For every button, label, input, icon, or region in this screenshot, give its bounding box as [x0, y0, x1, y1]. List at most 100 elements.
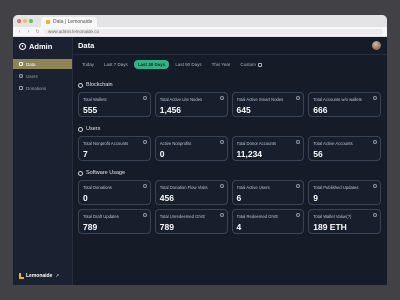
sidebar-item-data[interactable]: Data [13, 59, 72, 69]
filter-last-30-days[interactable]: Last 30 Days [133, 60, 170, 69]
browser-toolbar: ‹ › ↻ www.admin.lemonaide.co [13, 27, 387, 37]
stat-card-donation-flow-visits: Total Donation Flow Visits 456 [154, 180, 228, 205]
gift-icon [19, 86, 23, 90]
back-arrow-icon[interactable]: ‹ [17, 29, 22, 35]
stat-card-nonprofit-accounts: Total Nonprofit Accounts 7 [78, 136, 151, 161]
section-blockchain: Blockchain Total Wallets 555 Total Activ… [78, 81, 381, 117]
stat-card-active-users: Total Active Users 6 [231, 180, 305, 205]
minimize-window-button[interactable] [23, 19, 27, 23]
stat-label: Total Accounts w/o wallets [313, 97, 362, 102]
admin-app: Admin Data Users Donations Lemonaide ↗ D… [13, 37, 387, 285]
info-icon[interactable] [296, 140, 301, 144]
browser-tabbar: Data | Lemonaide [13, 15, 387, 27]
stat-label: Total Active Lite Nodes [159, 97, 203, 102]
info-icon[interactable] [373, 213, 377, 217]
info-icon[interactable] [296, 213, 301, 217]
browser-tab-title: Data | Lemonaide [53, 19, 93, 25]
browser-tab[interactable]: Data | Lemonaide [41, 17, 98, 27]
stat-card-donor-accounts: Total Donor Accounts 11,234 [231, 136, 305, 161]
stat-card-accounts-without-wallets: Total Accounts w/o wallets 666 [308, 92, 381, 117]
brand: Admin [13, 37, 72, 55]
filter-this-year[interactable]: This Year [208, 60, 235, 69]
external-link-icon: ↗ [55, 273, 60, 278]
admin-logo-icon [19, 42, 26, 50]
info-icon[interactable] [219, 96, 224, 100]
info-icon[interactable] [373, 96, 377, 100]
stat-card-active-smart-nodes: Total Active Smart Nodes 645 [231, 92, 305, 117]
address-bar[interactable]: www.admin.lemonaide.co [44, 28, 383, 35]
stat-value: 0 [159, 149, 165, 159]
stat-grid: Total Wallets 555 Total Active Lite Node… [78, 92, 381, 117]
info-icon[interactable] [373, 184, 377, 188]
user-icon [19, 74, 23, 78]
filter-last-7-days[interactable]: Last 7 Days [100, 60, 132, 69]
stat-card-active-lite-nodes: Total Active Lite Nodes 1,456 [154, 92, 228, 117]
section-software-usage: Software Usage Total Donations 0 Total D… [78, 169, 381, 234]
close-window-button[interactable] [17, 19, 21, 23]
sidebar-item-donations[interactable]: Donations [13, 83, 72, 93]
info-icon[interactable] [219, 140, 224, 144]
page-title: Data [78, 41, 95, 50]
software-icon [78, 170, 83, 176]
avatar[interactable] [372, 41, 381, 50]
footer-label: Lemonaide [26, 273, 53, 279]
stat-card-total-donations: Total Donations 0 [78, 180, 151, 205]
sidebar: Admin Data Users Donations Lemonaide ↗ [13, 37, 73, 285]
info-icon[interactable] [219, 213, 224, 217]
stat-value: 666 [313, 105, 328, 115]
info-icon[interactable] [219, 184, 224, 188]
stat-value: 789 [83, 222, 98, 232]
forward-arrow-icon[interactable]: › [26, 29, 31, 35]
topbar: Data [73, 37, 387, 55]
stat-card-active-nonprofits: Active Nonprofits 0 [154, 136, 228, 161]
lemonaide-link[interactable]: Lemonaide ↗ [19, 273, 59, 279]
info-icon[interactable] [296, 184, 301, 188]
section-header: Users [78, 125, 381, 133]
filter-last-90-days[interactable]: Last 90 Days [171, 60, 205, 69]
stat-card-redeemed-give: Total Redeemed GIVE 4 [231, 209, 305, 234]
stat-card-unredeemed-give: Total Unredeemed GIVE 789 [154, 209, 228, 234]
stat-value: 189 ETH [313, 222, 347, 232]
stat-label: Active Nonprofits [159, 141, 192, 146]
sidebar-item-label: Donations [26, 85, 47, 91]
calendar-icon [257, 62, 262, 67]
info-icon[interactable] [373, 140, 377, 144]
main-content: Data Today Last 7 Days Last 30 Days Last… [73, 37, 387, 285]
section-users: Users Total Nonprofit Accounts 7 Active … [78, 125, 381, 161]
brand-label: Admin [29, 41, 53, 51]
section-title: Blockchain [86, 82, 113, 88]
info-icon[interactable] [142, 184, 147, 188]
stat-card-draft-updates: Total Draft Updates 789 [78, 209, 151, 234]
lemonaide-logo-icon [19, 273, 24, 279]
stat-label: Total Active Users [236, 185, 270, 190]
stat-value: 0 [83, 193, 88, 203]
filter-today[interactable]: Today [78, 60, 98, 69]
info-icon[interactable] [142, 140, 147, 144]
stat-value: 645 [236, 105, 251, 115]
stat-label: Total Active Accounts [313, 141, 353, 146]
stat-value: 555 [83, 105, 98, 115]
stat-label: Total Nonprofit Accounts [83, 141, 129, 146]
filter-custom[interactable]: Custom [236, 60, 266, 69]
sidebar-item-users[interactable]: Users [13, 71, 72, 81]
filter-custom-label: Custom [240, 62, 256, 67]
maximize-window-button[interactable] [29, 19, 33, 23]
stat-label: Total Unredeemed GIVE [159, 214, 206, 219]
stat-label: Total Redeemed GIVE [236, 214, 279, 219]
stat-value: 6 [236, 193, 242, 203]
stat-card-published-updates: Total Published Updates 9 [308, 180, 381, 205]
stat-value: 56 [313, 149, 323, 159]
stat-label: Total Donor Accounts [236, 141, 277, 146]
stat-label: Total Donation Flow Visits [159, 185, 208, 190]
stat-card-active-accounts: Total Active Accounts 56 [308, 136, 381, 161]
sidebar-nav: Data Users Donations [13, 59, 72, 93]
stat-value: 11,234 [236, 149, 263, 159]
info-icon[interactable] [142, 96, 147, 100]
date-filter-tabs: Today Last 7 Days Last 30 Days Last 90 D… [73, 55, 387, 69]
info-icon[interactable] [296, 96, 301, 100]
stat-value: 456 [159, 193, 174, 203]
reload-icon[interactable]: ↻ [35, 29, 40, 35]
info-icon[interactable] [142, 213, 147, 217]
stat-label: Total Wallets [83, 97, 107, 102]
stat-label: Total Draft Updates [83, 214, 119, 219]
